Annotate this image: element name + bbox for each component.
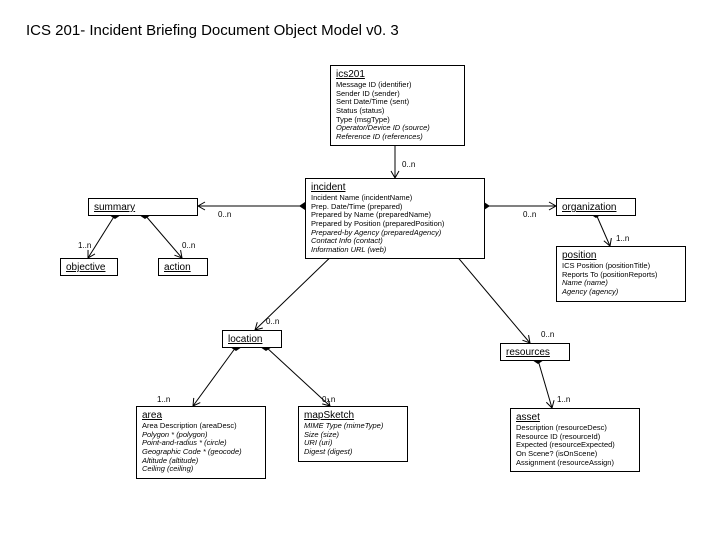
class-action: action — [158, 258, 208, 276]
class-name: incident — [311, 182, 479, 193]
class-position: position ICS Position (positionTitle) Re… — [556, 246, 686, 302]
class-objective: objective — [60, 258, 118, 276]
mult-resources-incident: 0..n — [541, 330, 554, 339]
mult-organization-incident: 0..n — [523, 210, 536, 219]
class-attrs: ICS Position (positionTitle) Reports To … — [562, 262, 680, 297]
mult-action-summary: 0..n — [182, 241, 195, 250]
class-resources: resources — [500, 343, 570, 361]
class-name: ics201 — [336, 69, 459, 80]
class-name: objective — [66, 262, 112, 273]
mult-mapSketch-location: 0..n — [322, 395, 335, 404]
mult-summary-incident: 0..n — [218, 210, 231, 219]
class-name: resources — [506, 347, 564, 358]
class-name: position — [562, 250, 680, 261]
class-name: asset — [516, 412, 634, 423]
class-location: location — [222, 330, 282, 348]
class-organization: organization — [556, 198, 636, 216]
class-name: mapSketch — [304, 410, 402, 421]
class-attrs: MIME Type (mimeType) Size (size) URI (ur… — [304, 422, 402, 457]
mult-location-incident: 0..n — [266, 317, 279, 326]
class-attrs: Incident Name (incidentName) Prep. Date/… — [311, 194, 479, 254]
class-attrs: Message ID (identifier) Sender ID (sende… — [336, 81, 459, 141]
class-attrs: Area Description (areaDesc) Polygon * (p… — [142, 422, 260, 474]
mult-incident-ics201: 0..n — [402, 160, 415, 169]
class-attrs: Description (resourceDesc) Resource ID (… — [516, 424, 634, 467]
mult-position-organization: 1..n — [616, 234, 629, 243]
class-summary: summary — [88, 198, 198, 216]
class-name: area — [142, 410, 260, 421]
class-asset: asset Description (resourceDesc) Resourc… — [510, 408, 640, 472]
class-ics201: ics201 Message ID (identifier) Sender ID… — [330, 65, 465, 146]
mult-objective-summary: 1..n — [78, 241, 91, 250]
class-area: area Area Description (areaDesc) Polygon… — [136, 406, 266, 479]
mult-asset-resources: 1..n — [557, 395, 570, 404]
class-mapSketch: mapSketch MIME Type (mimeType) Size (siz… — [298, 406, 408, 462]
mult-area-location: 1..n — [157, 395, 170, 404]
class-name: summary — [94, 202, 192, 213]
class-name: location — [228, 334, 276, 345]
class-incident: incident Incident Name (incidentName) Pr… — [305, 178, 485, 259]
class-name: action — [164, 262, 202, 273]
class-name: organization — [562, 202, 630, 213]
